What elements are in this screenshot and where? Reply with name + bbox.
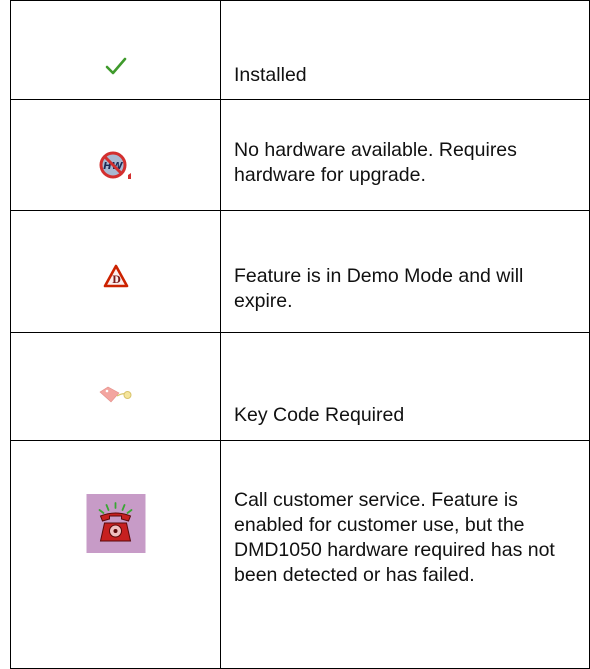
legend-row-installed: Installed [10,0,590,100]
legend-row-key-code: Key Code Required [10,332,590,441]
legend-icon-cell [10,0,221,100]
checkmark-icon [104,56,128,76]
no-hardware-icon: HW [98,151,134,181]
legend-description: Installed [234,64,307,86]
demo-warning-icon: D [103,264,129,288]
legend-description: Feature is in Demo Mode and will expire. [234,265,524,312]
legend-description-cell: Installed [220,0,590,100]
legend-description: No hardware available. Requires hardware… [234,139,517,186]
legend-icon-cell: D [10,210,221,333]
svg-text:D: D [112,275,121,286]
feature-status-legend-table: Installed HW No hardware available. Requ… [10,0,590,669]
legend-icon-cell [10,332,221,441]
legend-description-cell: Call customer service. Feature is enable… [220,440,590,669]
legend-description-cell: No hardware available. Requires hardware… [220,99,590,211]
legend-icon-cell: HW [10,99,221,211]
legend-description-cell: Key Code Required [220,332,590,441]
legend-description: Call customer service. Feature is enable… [234,489,555,586]
legend-icon-cell [10,440,221,669]
legend-description-cell: Feature is in Demo Mode and will expire. [220,210,590,333]
legend-row-demo-mode: D Feature is in Demo Mode and will expir… [10,210,590,333]
legend-row-no-hardware: HW No hardware available. Requires hardw… [10,99,590,211]
legend-description: Key Code Required [234,404,405,426]
ringing-phone-icon [86,494,145,553]
key-tag-icon [99,385,133,405]
legend-row-call-service: Call customer service. Feature is enable… [10,440,590,669]
